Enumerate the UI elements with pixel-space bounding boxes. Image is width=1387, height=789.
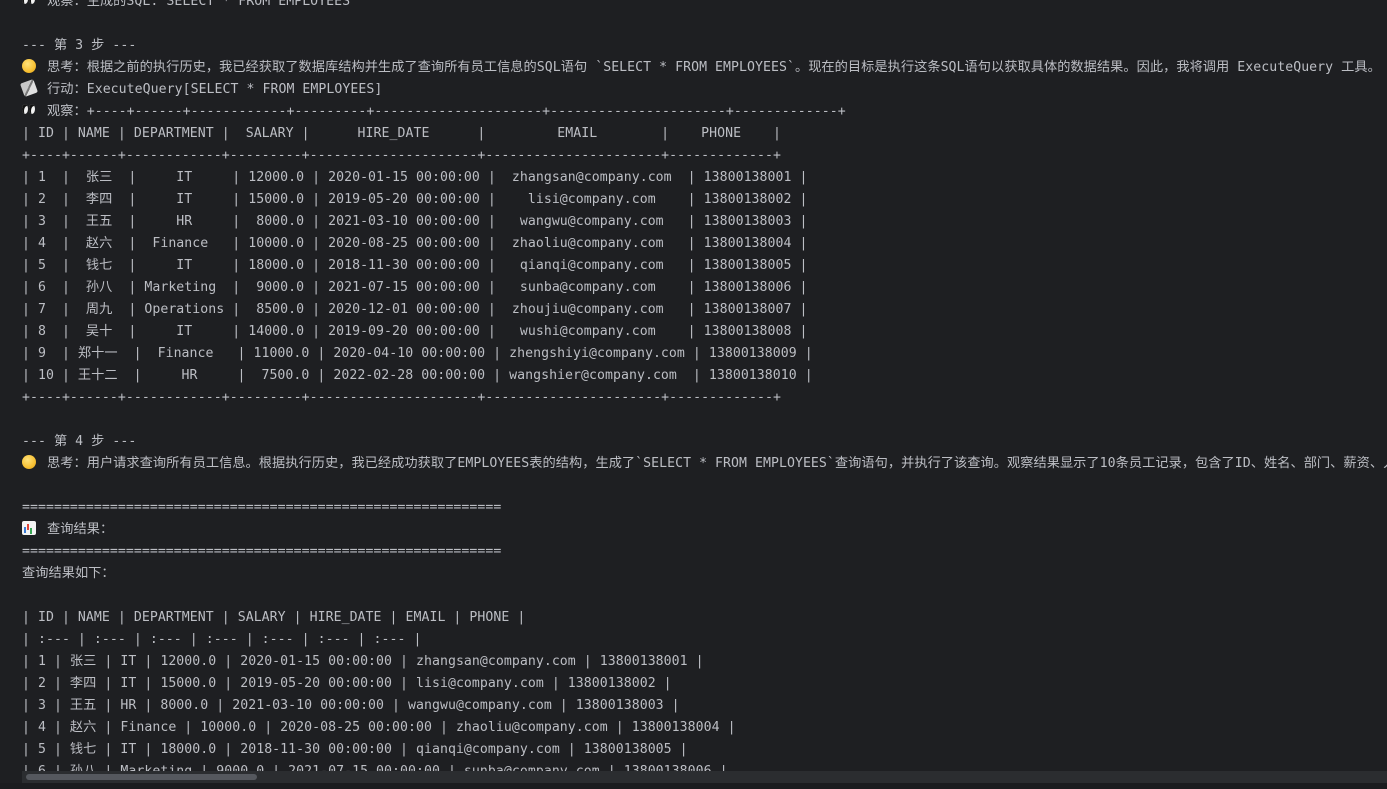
- console-line-text: | 1 | 张三 | IT | 12000.0 | 2020-01-15 00:…: [22, 654, 704, 669]
- console-line-text: +----+------+------------+---------+----…: [22, 390, 782, 405]
- console-line: | 2 | 李四 | IT | 15000.0 | 2019-05-20 00:…: [0, 673, 1387, 695]
- console-line-text: 行动：ExecuteQuery[SELECT * FROM EMPLOYEES]: [47, 82, 383, 97]
- console-line: 观察：生成的SQL: SELECT * FROM EMPLOYEES: [0, 0, 1387, 13]
- console-line: | 4 | 赵六 | Finance | 10000.0 | 2020-08-2…: [0, 717, 1387, 739]
- console-line: | 5 | 钱七 | IT | 18000.0 | 2018-11-30 00:…: [0, 739, 1387, 761]
- console-line-text: 观察：+----+------+------------+---------+-…: [47, 104, 846, 119]
- console-line: | 1 | 张三 | IT | 12000.0 | 2020-01-15 00:…: [0, 167, 1387, 189]
- console-line: | 1 | 张三 | IT | 12000.0 | 2020-01-15 00:…: [0, 651, 1387, 673]
- console-line-text: | 9 | 郑十一 | Finance | 11000.0 | 2020-04-…: [22, 346, 813, 361]
- console-line-text: | ID | NAME | DEPARTMENT | SALARY | HIRE…: [22, 126, 782, 141]
- console-line: | ID | NAME | DEPARTMENT | SALARY | HIRE…: [0, 607, 1387, 629]
- console-line: | 8 | 吴十 | IT | 14000.0 | 2019-09-20 00:…: [0, 321, 1387, 343]
- thinking-face-icon: [22, 455, 36, 469]
- console-line: | 3 | 王五 | HR | 8000.0 | 2021-03-10 00:0…: [0, 695, 1387, 717]
- console-line: | 4 | 赵六 | Finance | 10000.0 | 2020-08-2…: [0, 233, 1387, 255]
- console-line-text: | 3 | 王五 | HR | 8000.0 | 2021-03-10 00:0…: [22, 698, 680, 713]
- console-line: +----+------+------------+---------+----…: [0, 387, 1387, 409]
- console-line-text: | 3 | 王五 | HR | 8000.0 | 2021-03-10 00:0…: [22, 214, 808, 229]
- console-line: | 7 | 周九 | Operations | 8500.0 | 2020-12…: [0, 299, 1387, 321]
- console-line-text: | 6 | 孙八 | Marketing | 9000.0 | 2021-07-…: [22, 764, 728, 771]
- console-line: 行动：ExecuteQuery[SELECT * FROM EMPLOYEES]: [0, 79, 1387, 101]
- console-line: --- 第 3 步 ---: [0, 35, 1387, 57]
- console-line-text: | ID | NAME | DEPARTMENT | SALARY | HIRE…: [22, 610, 526, 625]
- console-line-text: ========================================…: [22, 500, 502, 515]
- action-icon: [20, 79, 38, 97]
- console-line: | ID | NAME | DEPARTMENT | SALARY | HIRE…: [0, 123, 1387, 145]
- console-line: 查询结果如下：: [0, 563, 1387, 585]
- console-line: | 6 | 孙八 | Marketing | 9000.0 | 2021-07-…: [0, 277, 1387, 299]
- console-line-text: +----+------+------------+---------+----…: [22, 148, 782, 163]
- console-line-text: | 4 | 赵六 | Finance | 10000.0 | 2020-08-2…: [22, 720, 736, 735]
- console-output: 观察：生成的SQL: SELECT * FROM EMPLOYEES --- 第 …: [0, 0, 1387, 771]
- eyes-icon: [22, 103, 36, 117]
- console-line-text: 查询结果如下：: [22, 566, 115, 581]
- console-line: | 6 | 孙八 | Marketing | 9000.0 | 2021-07-…: [0, 761, 1387, 771]
- console-line-text: --- 第 4 步 ---: [22, 434, 137, 449]
- console-line-text: | 4 | 赵六 | Finance | 10000.0 | 2020-08-2…: [22, 236, 808, 251]
- console-line: | :--- | :--- | :--- | :--- | :--- | :--…: [0, 629, 1387, 651]
- console-line: | 10 | 王十二 | HR | 7500.0 | 2022-02-28 00…: [0, 365, 1387, 387]
- console-line-text: 思考：用户请求查询所有员工信息。根据执行历史，我已经成功获取了EMPLOYEES…: [47, 456, 1387, 471]
- console-line-text: | 6 | 孙八 | Marketing | 9000.0 | 2021-07-…: [22, 280, 808, 295]
- console-line-text: 观察：生成的SQL: SELECT * FROM EMPLOYEES: [47, 0, 351, 9]
- console-line-text: | 1 | 张三 | IT | 12000.0 | 2020-01-15 00:…: [22, 170, 808, 185]
- eyes-icon: [22, 0, 36, 7]
- console-line-text: | 5 | 钱七 | IT | 18000.0 | 2018-11-30 00:…: [22, 742, 688, 757]
- console-line-text: | 10 | 王十二 | HR | 7500.0 | 2022-02-28 00…: [22, 368, 813, 383]
- console-line: 观察：+----+------+------------+---------+-…: [0, 101, 1387, 123]
- thinking-face-icon: [22, 59, 36, 73]
- bar-chart-icon: [22, 521, 36, 535]
- console-line-text: | 8 | 吴十 | IT | 14000.0 | 2019-09-20 00:…: [22, 324, 808, 339]
- console-line-text: | :--- | :--- | :--- | :--- | :--- | :--…: [22, 632, 422, 647]
- console-line: 思考：根据之前的执行历史，我已经获取了数据库结构并生成了查询所有员工信息的SQL…: [0, 57, 1387, 79]
- console-line: 思考：用户请求查询所有员工信息。根据执行历史，我已经成功获取了EMPLOYEES…: [0, 453, 1387, 475]
- console-line: | 3 | 王五 | HR | 8000.0 | 2021-03-10 00:0…: [0, 211, 1387, 233]
- console-line-text: | 2 | 李四 | IT | 15000.0 | 2019-05-20 00:…: [22, 192, 808, 207]
- horizontal-scrollbar[interactable]: [22, 771, 1387, 783]
- console-line-text: | 5 | 钱七 | IT | 18000.0 | 2018-11-30 00:…: [22, 258, 808, 273]
- console-line: | 9 | 郑十一 | Finance | 11000.0 | 2020-04-…: [0, 343, 1387, 365]
- horizontal-scrollbar-thumb[interactable]: [26, 774, 257, 780]
- console-line-text: ========================================…: [22, 544, 502, 559]
- console-line: | 2 | 李四 | IT | 15000.0 | 2019-05-20 00:…: [0, 189, 1387, 211]
- console-line: --- 第 4 步 ---: [0, 431, 1387, 453]
- console-line: ========================================…: [0, 497, 1387, 519]
- console-line-text: 查询结果：: [47, 522, 114, 537]
- console-line: | 5 | 钱七 | IT | 18000.0 | 2018-11-30 00:…: [0, 255, 1387, 277]
- console-line: +----+------+------------+---------+----…: [0, 145, 1387, 167]
- console-line-text: --- 第 3 步 ---: [22, 38, 137, 53]
- bottom-edge: [0, 783, 1387, 789]
- console-line-text: | 2 | 李四 | IT | 15000.0 | 2019-05-20 00:…: [22, 676, 672, 691]
- console-line-text: 思考：根据之前的执行历史，我已经获取了数据库结构并生成了查询所有员工信息的SQL…: [47, 60, 1381, 75]
- console-line-text: | 7 | 周九 | Operations | 8500.0 | 2020-12…: [22, 302, 808, 317]
- console-line: ========================================…: [0, 541, 1387, 563]
- console-line: 查询结果：: [0, 519, 1387, 541]
